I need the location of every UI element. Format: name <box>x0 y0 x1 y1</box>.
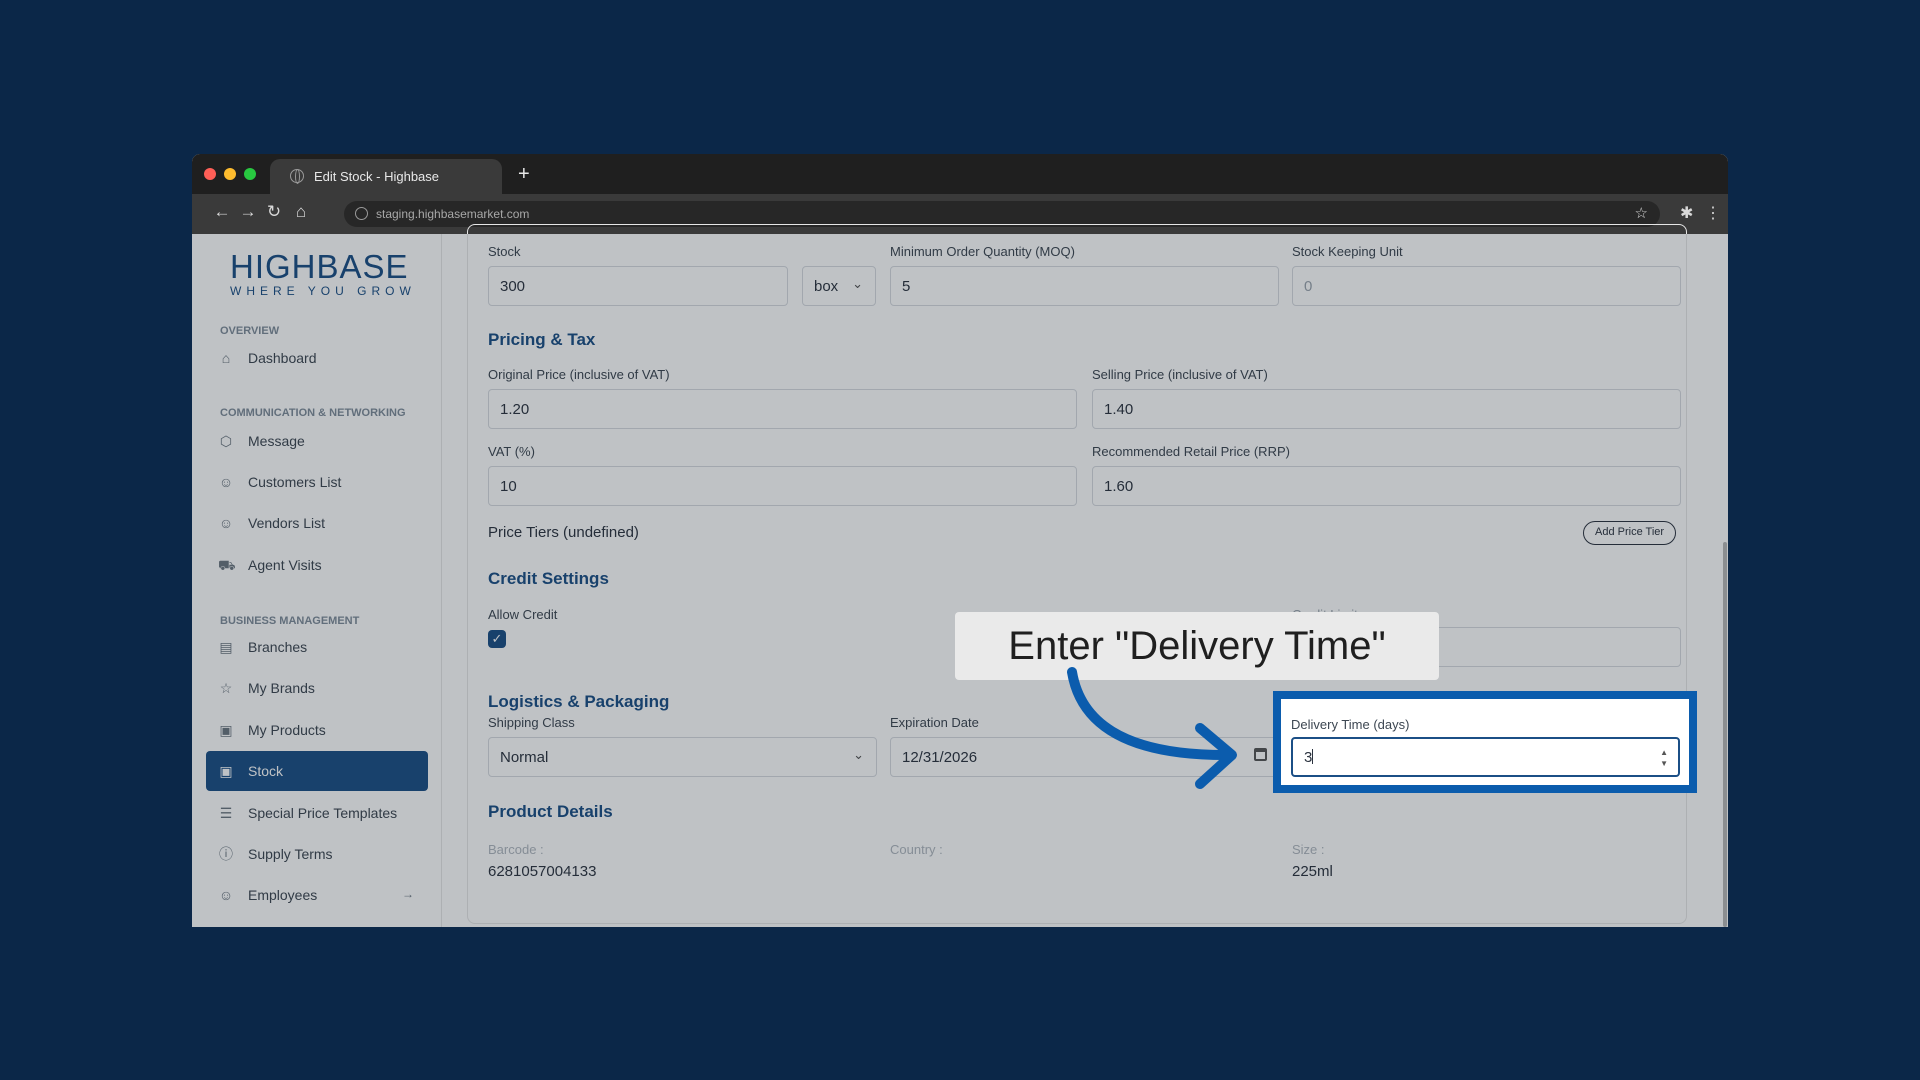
delivery-time-label: Delivery Time (days) <box>1291 717 1410 732</box>
back-arrow-icon[interactable]: ← <box>210 202 234 222</box>
reload-icon[interactable]: ↻ <box>262 202 286 222</box>
tutorial-arrow-icon <box>1067 667 1237 789</box>
url-text: staging.highbasemarket.com <box>376 207 530 221</box>
delivery-time-highlight: Delivery Time (days) 3 ▲ ▼ <box>1273 691 1697 793</box>
text-caret <box>1312 749 1314 764</box>
browser-tab[interactable]: Edit Stock - Highbase <box>270 159 502 194</box>
browser-window: Edit Stock - Highbase + ← → ↻ ⌂ staging.… <box>192 154 1728 927</box>
extensions-icon[interactable]: ✱ <box>1680 203 1693 223</box>
forward-arrow-icon[interactable]: → <box>236 202 260 222</box>
delivery-time-value: 3 <box>1304 749 1313 766</box>
globe-icon <box>290 169 304 184</box>
browser-menu-icon[interactable]: ⋮ <box>1705 203 1721 223</box>
delivery-time-input[interactable]: 3 ▲ ▼ <box>1291 737 1680 777</box>
bookmark-star-icon[interactable]: ☆ <box>1635 204 1648 222</box>
home-icon[interactable]: ⌂ <box>289 202 313 222</box>
site-info-icon[interactable] <box>355 207 368 220</box>
page-content: HIGHBASE WHERE YOU GROW OVERVIEW ⌂ Dashb… <box>192 224 1728 927</box>
maximize-window-button[interactable] <box>244 168 256 180</box>
number-spinner-icon[interactable]: ▲ ▼ <box>1660 747 1668 769</box>
browser-titlebar: Edit Stock - Highbase + <box>192 154 1728 194</box>
dim-overlay <box>192 234 1728 927</box>
minimize-window-button[interactable] <box>224 168 236 180</box>
close-window-button[interactable] <box>204 168 216 180</box>
tab-title: Edit Stock - Highbase <box>314 169 440 184</box>
new-tab-button[interactable]: + <box>518 163 530 186</box>
